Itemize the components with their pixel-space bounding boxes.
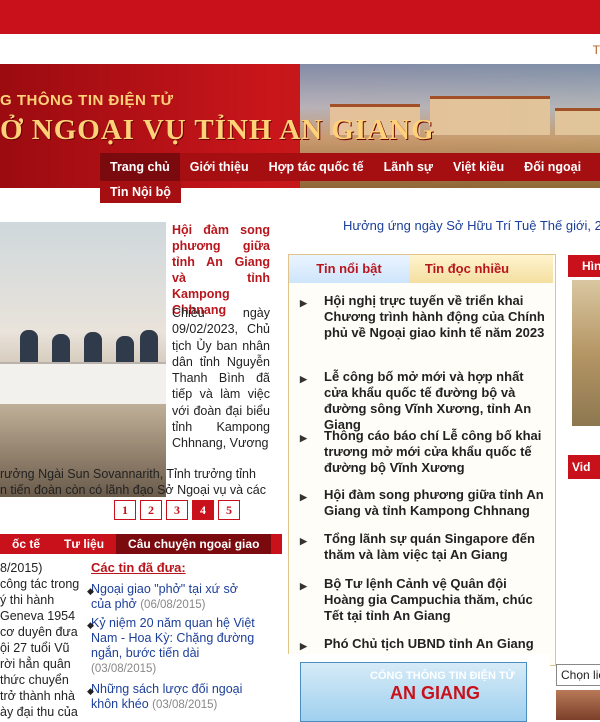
- page-3[interactable]: 3: [166, 500, 188, 520]
- highlight-news-text[interactable]: Lễ công bố mở mới và hợp nhất cửa khẩu q…: [324, 369, 545, 433]
- previous-news-heading: Các tin đã đưa:: [91, 560, 186, 575]
- gallery-photo[interactable]: [572, 280, 600, 426]
- right-bottom-photo[interactable]: [556, 690, 600, 720]
- highlight-news-text[interactable]: Tổng lãnh sự quán Singapore đến thăm và …: [324, 531, 545, 563]
- highlight-news-item[interactable]: ▶ Tổng lãnh sự quán Singapore đến thăm v…: [300, 531, 545, 563]
- tab-diplomacy-stories[interactable]: Câu chuyện ngoại giao: [116, 534, 272, 554]
- tab-most-read[interactable]: Tin đọc nhiều: [409, 255, 525, 283]
- arrow-bullet-icon: ▶: [300, 374, 307, 384]
- nav-consular[interactable]: Lãnh sự: [374, 153, 443, 181]
- highlight-news-text[interactable]: Hội nghị trực tuyến về triển khai Chương…: [324, 293, 545, 341]
- highlight-news-item[interactable]: ▶ Hội nghị trực tuyến về triển khai Chươ…: [300, 293, 545, 341]
- arrow-bullet-icon: ▶: [300, 581, 307, 591]
- news-ticker[interactable]: Hưởng ứng ngày Sở Hữu Trí Tuệ Thế giới, …: [343, 218, 600, 233]
- logo-banner-name: AN GIANG: [390, 683, 480, 703]
- previous-news-item[interactable]: ◆ Kỷ niệm 20 năm quan hệ Việt Nam - Hoa …: [87, 616, 261, 677]
- right-gallery-heading: Hìn: [568, 255, 600, 277]
- story-line: 8/2015): [0, 561, 43, 575]
- bullet-icon: ◆: [87, 586, 94, 596]
- highlight-news-text[interactable]: Hội đàm song phương giữa tỉnh An Giang v…: [324, 487, 545, 519]
- nav-overseas-vietnamese[interactable]: Việt kiều: [443, 153, 514, 181]
- story-line: ội 27 tuổi Vũ: [0, 641, 70, 655]
- page-1[interactable]: 1: [114, 500, 136, 520]
- tab-international[interactable]: ốc tế: [0, 534, 52, 554]
- arrow-bullet-icon: ▶: [300, 641, 307, 651]
- story-line: cơ duyên đưa: [0, 625, 78, 639]
- logo-banner-top-text: CỔNG THÔNG TIN ĐIỆN TỬ: [370, 670, 515, 682]
- tab-highlight-news[interactable]: Tin nổi bật: [289, 255, 409, 283]
- nav-internal-news[interactable]: Tin Nội bộ: [100, 181, 181, 203]
- bullet-icon: ◆: [87, 686, 94, 696]
- top-bar: [0, 0, 600, 34]
- feature-pager: 1 2 3 4 5: [114, 500, 240, 520]
- feature-title[interactable]: Hội đàm song phương giữa tỉnh An Giang v…: [172, 222, 270, 318]
- main-nav: Trang chủ Giới thiệu Hợp tác quốc tế Lãn…: [100, 153, 600, 181]
- highlight-news-item[interactable]: ▶ Phó Chủ tịch UBND tỉnh An Giang: [300, 636, 545, 652]
- highlight-news-item[interactable]: ▶ Lễ công bố mở mới và hợp nhất cửa khẩu…: [300, 369, 545, 433]
- previous-news-text[interactable]: Kỷ niệm 20 năm quan hệ Việt Nam - Hoa Kỳ…: [91, 616, 255, 660]
- previous-news-date: (03/08/2015): [152, 699, 218, 711]
- nav-home[interactable]: Trang chủ: [100, 153, 180, 181]
- arrow-bullet-icon: ▶: [300, 536, 307, 546]
- story-line: công tác trong: [0, 577, 80, 591]
- feature-photo[interactable]: [0, 222, 166, 497]
- arrow-bullet-icon: ▶: [300, 492, 307, 502]
- feature-description-continued: rưởng Ngài Sun Sovannarith, Tỉnh trưởng …: [0, 466, 272, 498]
- previous-news-date: (03/08/2015): [91, 663, 157, 675]
- highlight-news-item[interactable]: ▶ Bộ Tư lệnh Cảnh vệ Quân đội Hoàng gia …: [300, 576, 545, 624]
- previous-news-item[interactable]: ◆ Những sách lược đối ngoại khôn khéo (0…: [87, 682, 261, 713]
- feature-desc-line: n tiến đoàn còn có lãnh đạo Sở Ngoại vụ …: [0, 483, 267, 497]
- nav-foreign-affairs[interactable]: Đối ngoại: [514, 153, 591, 181]
- previous-news-date: (06/08/2015): [140, 599, 206, 611]
- banner-title: Ở NGOẠI VỤ TỈNH AN GIANG: [0, 114, 435, 146]
- lower-tabs: ốc tế Tư liệu Câu chuyện ngoại giao: [0, 534, 282, 554]
- feature-desc-line: rưởng Ngài Sun Sovannarith, Tỉnh trưởng …: [0, 467, 256, 481]
- nav-about[interactable]: Giới thiệu: [180, 153, 259, 181]
- arrow-bullet-icon: ▶: [300, 298, 307, 308]
- sub-bar: [0, 34, 600, 65]
- story-line: ày đại thu của: [0, 705, 78, 719]
- page-5[interactable]: 5: [218, 500, 240, 520]
- story-line: thức chuyển: [0, 673, 69, 687]
- story-line: trở thành nhà: [0, 689, 75, 703]
- feature-description: Chiều ngày 09/02/2023, Chủ tịch Ủy ban n…: [172, 306, 270, 451]
- link-select[interactable]: Chọn liê: [556, 664, 600, 686]
- arrow-bullet-icon: ▶: [300, 433, 307, 443]
- tab-documents[interactable]: Tư liệu: [52, 534, 116, 554]
- nav-international-cooperation[interactable]: Hợp tác quốc tế: [259, 153, 374, 181]
- highlight-news-text[interactable]: Bộ Tư lệnh Cảnh vệ Quân đội Hoàng gia Ca…: [324, 576, 545, 624]
- previous-news-item[interactable]: ◆ Ngoại giao "phở" tại xứ sở của phở (06…: [87, 582, 261, 613]
- story-line: rời hẳn quân: [0, 657, 71, 671]
- banner-subtitle: G THÔNG TIN ĐIỆN TỬ: [0, 92, 174, 109]
- highlight-news-item[interactable]: ▶ Thông cáo báo chí Lễ công bố khai trươ…: [300, 428, 545, 476]
- story-line: Geneva 1954: [0, 609, 76, 623]
- highlights-tabs: Tin nổi bật Tin đọc nhiều: [289, 255, 553, 283]
- sub-bar-text: T: [592, 43, 600, 57]
- highlight-news-text[interactable]: Thông cáo báo chí Lễ công bố khai trương…: [324, 428, 545, 476]
- page-2[interactable]: 2: [140, 500, 162, 520]
- page-4[interactable]: 4: [192, 500, 214, 520]
- bullet-icon: ◆: [87, 620, 94, 630]
- story-text: 8/2015) công tác trong ý thi hành Geneva…: [0, 560, 86, 720]
- highlight-news-text[interactable]: Phó Chủ tịch UBND tỉnh An Giang: [324, 636, 545, 652]
- story-line: ý thi hành: [0, 593, 55, 607]
- highlight-news-item[interactable]: ▶ Hội đàm song phương giữa tỉnh An Giang…: [300, 487, 545, 519]
- right-video-heading: Vid: [568, 455, 600, 479]
